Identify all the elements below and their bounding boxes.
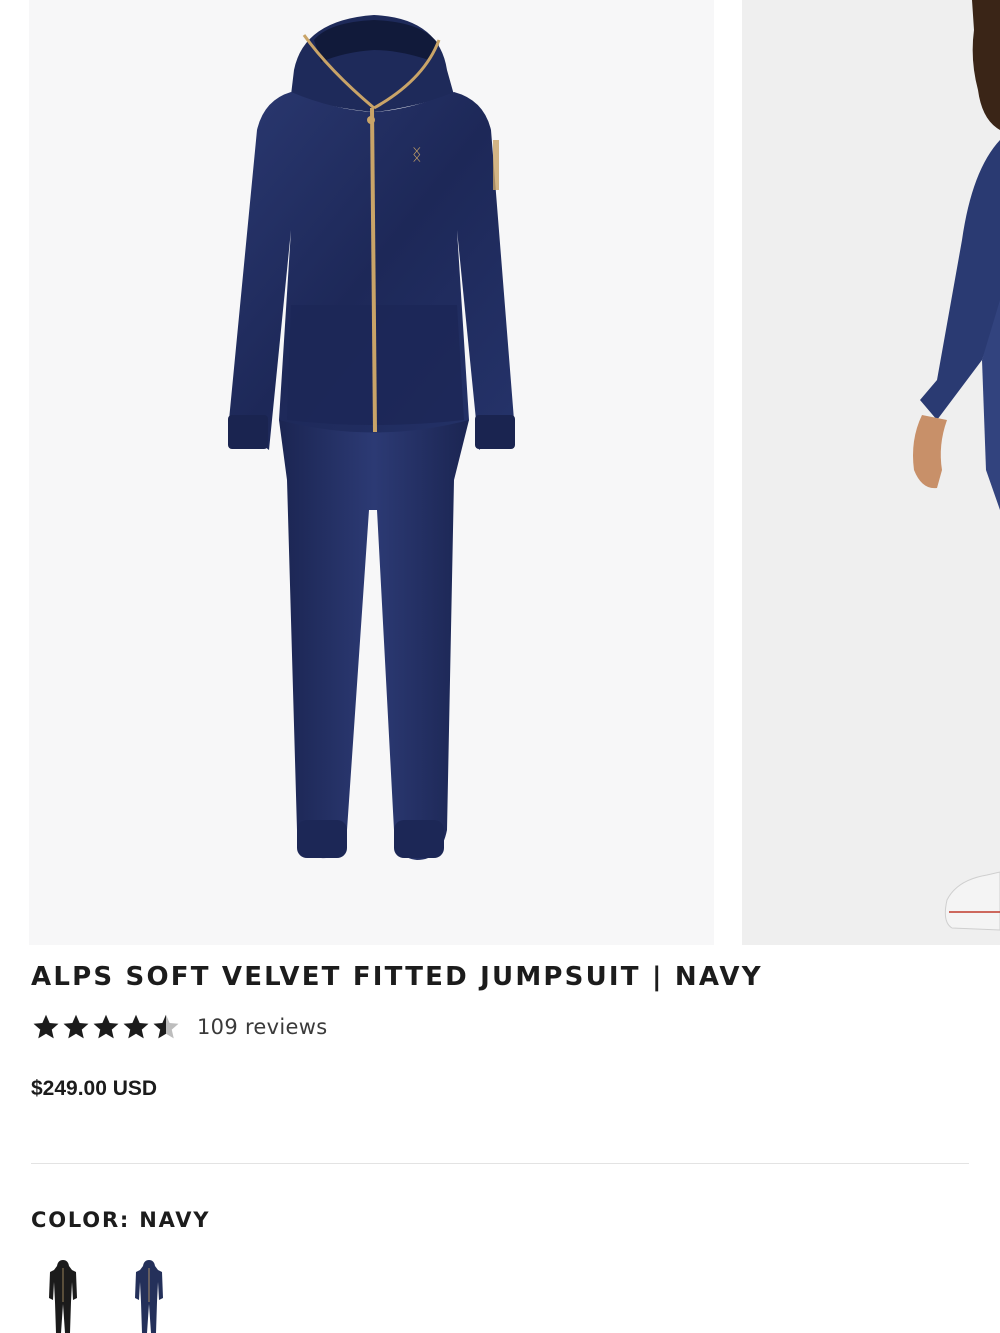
jumpsuit-navy-thumbnail	[135, 1260, 163, 1333]
review-count-link[interactable]: 109 reviews	[197, 1015, 327, 1039]
star-full-icon	[33, 1014, 59, 1039]
star-full-icon	[93, 1014, 119, 1039]
product-price: $249.00 USD	[31, 1077, 158, 1100]
product-image-gallery[interactable]: ᛝ	[0, 0, 1000, 945]
star-full-icon	[123, 1014, 149, 1039]
svg-text:ᛝ: ᛝ	[412, 145, 422, 164]
jumpsuit-black-thumbnail	[49, 1260, 77, 1333]
star-half-icon	[153, 1014, 179, 1039]
color-label: COLOR: NAVY	[31, 1208, 211, 1232]
jumpsuit-flat-image: ᛝ	[228, 15, 515, 860]
color-swatch-black[interactable]	[40, 1258, 86, 1333]
star-rating	[31, 1012, 181, 1042]
color-swatch-navy[interactable]	[126, 1258, 172, 1333]
product-rating[interactable]: 109 reviews	[31, 1010, 327, 1044]
product-image-main[interactable]: ᛝ	[29, 0, 714, 945]
color-swatches	[40, 1258, 172, 1333]
star-full-icon	[63, 1014, 89, 1039]
model-photo-image	[913, 0, 1000, 931]
product-title: ALPS SOFT VELVET FITTED JUMPSUIT | NAVY	[31, 962, 763, 992]
product-page: ᛝ ALPS SOFT VELVET FITTED JUMPSUIT | NAV…	[0, 0, 1000, 1333]
section-divider	[31, 1163, 969, 1164]
product-image-model[interactable]	[742, 0, 1000, 945]
